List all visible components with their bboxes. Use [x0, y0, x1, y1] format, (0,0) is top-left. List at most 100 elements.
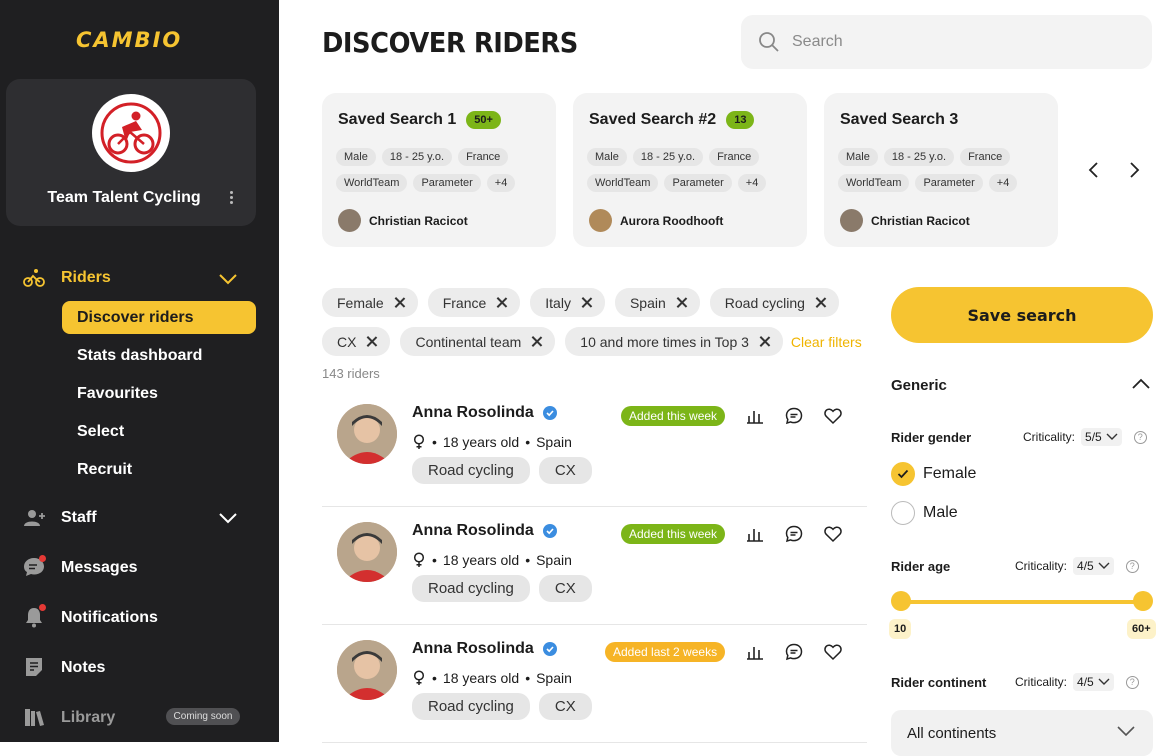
help-icon[interactable]: ? — [1133, 430, 1147, 444]
nav-staff[interactable]: Staff — [61, 509, 97, 527]
age-max-handle[interactable] — [1133, 591, 1153, 611]
criticality-label: Criticality: — [1015, 675, 1068, 689]
rider-name[interactable]: Anna Rosolinda — [412, 640, 534, 658]
criticality-select[interactable]: 4/5 — [1073, 673, 1114, 691]
page-title: DISCOVER RIDERS — [322, 26, 578, 59]
stats-icon[interactable] — [745, 642, 765, 662]
search-bar[interactable] — [741, 15, 1152, 69]
result-count-badge: 50+ — [466, 111, 501, 129]
radio-label: Female — [923, 465, 977, 482]
stats-icon[interactable] — [745, 406, 765, 426]
avatar — [589, 209, 612, 232]
save-search-button[interactable]: Save search — [891, 287, 1153, 343]
discipline-tag: Road cycling — [412, 575, 530, 602]
criticality-select[interactable]: 5/5 — [1081, 428, 1122, 446]
avatar — [840, 209, 863, 232]
close-icon[interactable] — [394, 297, 405, 308]
criticality-control: Criticality: 5/5 ? — [1023, 428, 1147, 446]
criteria-chip: Male — [838, 148, 878, 166]
message-icon[interactable] — [784, 642, 804, 662]
heart-icon[interactable] — [823, 406, 843, 426]
saved-search-card[interactable]: Saved Search 1 50+ Male 18 - 25 y.o. Fran… — [322, 93, 556, 247]
criticality-value: 5/5 — [1085, 430, 1102, 444]
chevron-right-icon[interactable] — [1126, 160, 1142, 180]
rider-row[interactable]: Anna Rosolinda • 18 years old • Spain Road … — [322, 507, 867, 625]
radio-unchecked-icon[interactable] — [891, 501, 915, 525]
close-icon[interactable] — [759, 336, 770, 347]
search-input[interactable] — [792, 33, 1112, 51]
saved-search-card[interactable]: Saved Search #2 13 Male 18 - 25 y.o. Fran… — [573, 93, 807, 247]
close-icon[interactable] — [531, 336, 542, 347]
nav-notifications[interactable]: Notifications — [61, 609, 158, 627]
stats-icon[interactable] — [745, 524, 765, 544]
nav-notes[interactable]: Notes — [61, 659, 105, 677]
rider-row[interactable]: Anna Rosolinda • 18 years old • Spain Road … — [322, 625, 867, 743]
filter-chip[interactable]: 10 and more times in Top 3 — [565, 327, 783, 356]
rider-country: Spain — [536, 552, 572, 568]
nav-recruit[interactable]: Recruit — [62, 453, 256, 486]
filter-chip[interactable]: Spain — [614, 288, 700, 317]
nav-stats-dashboard[interactable]: Stats dashboard — [62, 339, 256, 372]
radio-checked-icon[interactable] — [891, 462, 915, 486]
filter-chip[interactable]: CX — [322, 327, 391, 356]
chevron-left-icon[interactable] — [1086, 160, 1102, 180]
filter-chip[interactable]: Continental team — [400, 327, 556, 356]
continent-select[interactable]: All continents — [891, 710, 1153, 756]
heart-icon[interactable] — [823, 642, 843, 662]
criticality-select[interactable]: 4/5 — [1073, 557, 1114, 575]
filter-chip-label: 10 and more times in Top 3 — [580, 333, 749, 350]
sidebar: CAMBIO Team Talent Cycling Riders Discov… — [0, 0, 279, 742]
age-range-track[interactable] — [901, 600, 1143, 604]
heart-icon[interactable] — [823, 524, 843, 544]
message-icon[interactable] — [784, 406, 804, 426]
filter-chip[interactable]: Road cycling — [709, 288, 839, 317]
more-criteria-chip: +4 — [486, 174, 516, 192]
close-icon[interactable] — [581, 297, 592, 308]
saved-search-card[interactable]: Saved Search 3 Male 18 - 25 y.o. France … — [824, 93, 1058, 247]
rider-country: Spain — [536, 670, 572, 686]
criteria-chip: WorldTeam — [838, 174, 910, 192]
filter-chip[interactable]: Italy — [530, 288, 605, 317]
rider-age-label: Rider age — [891, 559, 951, 574]
continent-value: All continents — [907, 724, 997, 742]
filter-chip-label: France — [442, 294, 487, 311]
chevron-down-icon — [1117, 726, 1135, 736]
rider-name[interactable]: Anna Rosolinda — [412, 522, 534, 540]
unread-dot — [39, 555, 46, 562]
brand-logo[interactable]: CAMBIO — [76, 28, 182, 52]
filter-chip-label: Female — [337, 294, 384, 311]
rider-avatar — [337, 640, 397, 700]
nav-messages[interactable]: Messages — [61, 559, 138, 577]
criteria-chip: France — [709, 148, 760, 166]
radio-female[interactable]: Female — [891, 462, 976, 486]
chevron-down-icon — [1098, 562, 1110, 569]
age-min-handle[interactable] — [891, 591, 911, 611]
close-icon[interactable] — [676, 297, 687, 308]
close-icon[interactable] — [496, 297, 507, 308]
rider-row[interactable]: Anna Rosolinda • 18 years old • Spain Road … — [322, 389, 867, 507]
search-icon — [759, 32, 779, 52]
filter-chip[interactable]: Female — [322, 288, 418, 317]
nav-discover-riders[interactable]: Discover riders — [62, 301, 256, 334]
help-icon[interactable]: ? — [1125, 559, 1139, 573]
nav-riders[interactable]: Riders — [61, 269, 111, 287]
message-icon[interactable] — [784, 524, 804, 544]
filter-chip[interactable]: France — [427, 288, 521, 317]
rider-name[interactable]: Anna Rosolinda — [412, 404, 534, 422]
help-icon[interactable]: ? — [1125, 675, 1139, 689]
verified-icon — [542, 642, 557, 656]
more-options-icon[interactable] — [228, 189, 234, 207]
cyclist-logo-icon — [100, 102, 162, 164]
chevron-down-icon[interactable] — [218, 273, 238, 285]
nav-favourites[interactable]: Favourites — [62, 377, 256, 410]
team-card[interactable]: Team Talent Cycling — [6, 79, 256, 226]
close-icon[interactable] — [366, 336, 377, 347]
close-icon[interactable] — [815, 297, 826, 308]
filter-chip-label: CX — [337, 333, 357, 350]
clear-filters-link[interactable]: Clear filters — [791, 334, 862, 350]
chevron-down-icon[interactable] — [218, 512, 238, 524]
nav-select[interactable]: Select — [62, 415, 256, 448]
radio-male[interactable]: Male — [891, 501, 958, 525]
library-icon — [25, 709, 44, 726]
chevron-up-icon[interactable] — [1131, 378, 1151, 390]
